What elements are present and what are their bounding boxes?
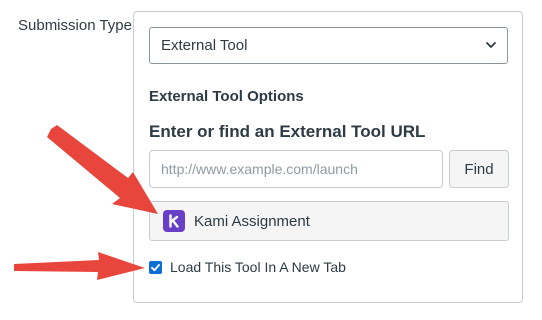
assignment-form: Submission Type External Tool External T… xyxy=(0,0,542,320)
checkmark-icon xyxy=(151,263,160,271)
chevron-down-icon xyxy=(486,42,496,48)
external-tool-options-heading: External Tool Options xyxy=(149,88,304,105)
submission-type-label: Submission Type xyxy=(18,17,132,34)
selected-tool-name: Kami Assignment xyxy=(194,212,310,230)
submission-type-select[interactable]: External Tool xyxy=(149,27,508,64)
new-tab-checkbox[interactable] xyxy=(149,260,162,274)
find-button[interactable]: Find xyxy=(449,150,509,188)
new-tab-label: Load This Tool In A New Tab xyxy=(170,259,346,275)
submission-type-value: External Tool xyxy=(161,37,248,54)
selected-tool-item[interactable]: Kami Assignment xyxy=(149,201,509,241)
tool-url-heading: Enter or find an External Tool URL xyxy=(149,122,426,141)
kami-logo-icon xyxy=(163,210,185,232)
new-tab-option[interactable]: Load This Tool In A New Tab xyxy=(149,259,346,275)
tool-url-input[interactable] xyxy=(149,150,443,188)
